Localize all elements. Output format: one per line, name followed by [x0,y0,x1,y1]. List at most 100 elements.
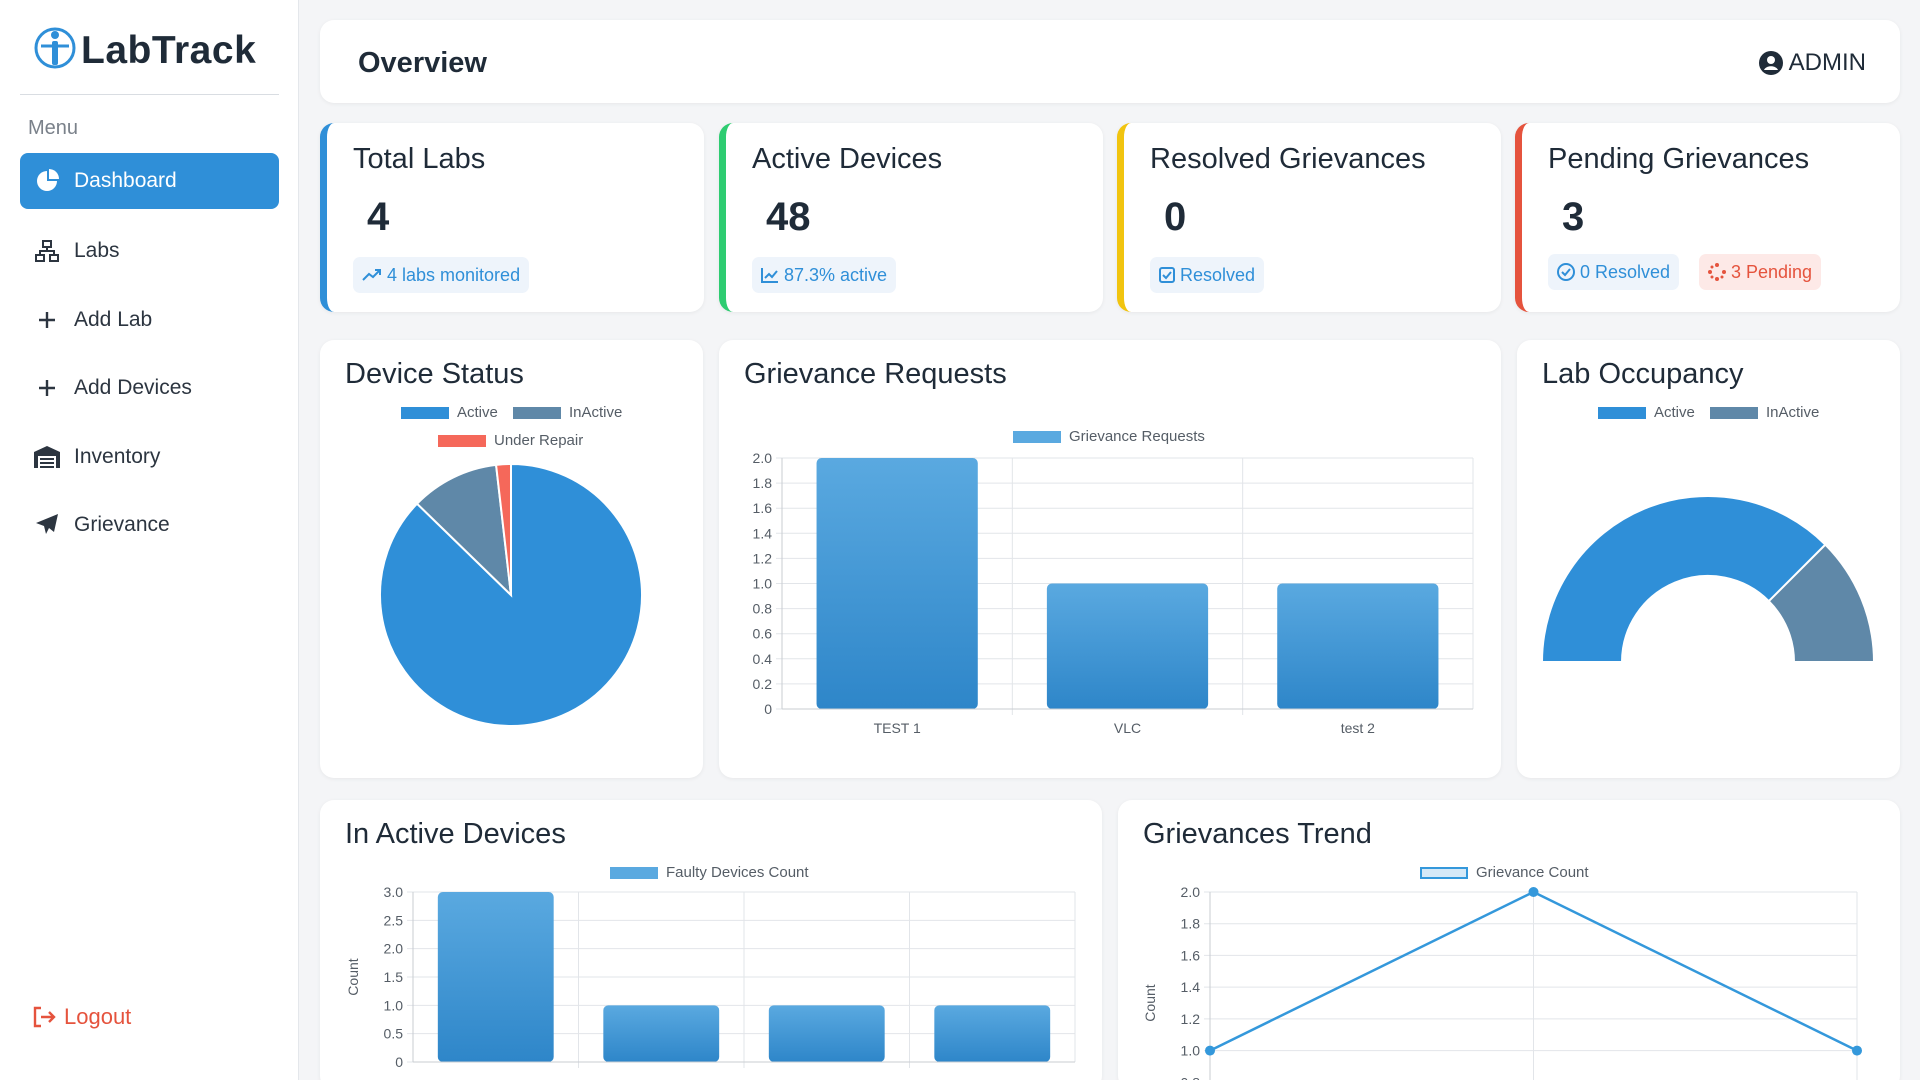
legend-label: InActive [1766,404,1820,421]
brand-logo[interactable]: LabTrack [33,26,256,75]
check-circle-icon [1557,263,1575,281]
y-axis-label: Count [345,958,361,995]
sidebar-item-add-lab[interactable]: Add Lab [20,292,279,348]
device-status-pie [379,462,643,727]
legend-swatch [1598,406,1646,419]
y-tick-label: 2.0 [384,941,404,957]
y-tick-label: 1.6 [753,500,773,516]
bar [934,1005,1051,1062]
stat-badge: 4 labs monitored [353,257,530,293]
stat-badge-resolved: 0 Resolved [1548,254,1680,290]
plus-icon [34,375,60,401]
legend-swatch [401,406,449,419]
stat-badge-label: Resolved [1180,264,1256,285]
y-axis-label: Count [1142,984,1158,1021]
sidebar-item-label: Dashboard [74,169,177,192]
doughnut-slice [1540,495,1827,663]
y-tick-label: 2.5 [384,912,404,928]
legend-item[interactable]: InActive [513,404,622,421]
sidebar-item-add-devices[interactable]: Add Devices [20,360,279,416]
legend-label: Active [1654,404,1695,421]
legend-swatch [513,406,561,419]
legend-item[interactable]: InActive [1710,404,1819,421]
logo-icon [33,26,77,75]
y-tick-label: 1.4 [753,525,773,541]
inactive-devices-panel: In Active Devices Faulty Devices Count 0… [320,800,1102,1080]
trend-up-icon [362,268,382,282]
sidebar-item-label: Inventory [74,445,161,468]
data-point [1528,887,1539,897]
page-title: Overview [358,47,487,79]
y-tick-label: 0.8 [753,601,773,617]
legend-item[interactable]: Active [401,404,498,421]
top-header: Overview ADMIN [320,20,1900,103]
check-square-icon [1159,267,1175,283]
x-tick-label: VLC [1114,720,1141,736]
inactive-devices-chart: 0 0.5 1.0 1.5 2.0 2.5 3.0 Count [345,884,1076,1070]
legend-label: InActive [569,404,623,421]
lab-occupancy-panel: Lab Occupancy Active InActive [1517,340,1900,778]
stat-value: 48 [766,195,811,239]
network-icon [34,238,60,264]
x-tick-label: test 2 [1341,720,1375,736]
data-point [1852,1045,1862,1056]
stat-badge-label: 87.3% active [784,264,888,285]
y-tick-label: 2.0 [1181,884,1201,900]
device-status-panel: Device Status Active InActive Under Repa… [320,340,703,778]
data-point [1205,1045,1215,1056]
grievances-trend-chart: 0.60.81.01.21.41.61.82.0Count [1142,884,1862,1080]
y-tick-label: 0.6 [753,626,773,642]
grievances-trend-panel: Grievances Trend Grievance Count 0.60.81… [1118,800,1900,1080]
stat-badge: 87.3% active [752,257,897,293]
legend-item[interactable]: Active [1598,404,1695,421]
y-tick-label: 0 [764,701,772,717]
sidebar-item-label: Add Devices [74,376,192,399]
y-tick-label: 2.0 [753,450,773,466]
grievance-requests-panel: Grievance Requests Grievance Requests 00… [719,340,1501,778]
brand-name: LabTrack [81,28,257,72]
y-tick-label: 0.5 [384,1026,404,1042]
pie-chart-icon [34,168,60,194]
y-tick-label: 3.0 [384,884,404,900]
y-tick-label: 1.8 [1181,916,1201,932]
menu-label: Menu [28,117,79,139]
plus-icon [34,307,60,333]
stat-title: Pending Grievances [1548,143,1810,175]
spinner-icon [1708,263,1726,281]
sidebar-item-grievance[interactable]: Grievance [20,497,279,553]
stat-title: Resolved Grievances [1150,143,1426,175]
y-tick-label: 0.8 [1181,1074,1201,1080]
y-tick-label: 1.6 [1181,947,1201,963]
stat-title: Active Devices [752,143,943,175]
legend-label: Active [457,404,498,421]
y-tick-label: 1.0 [384,997,404,1013]
bar [1277,583,1439,709]
stat-card-active-devices: Active Devices 48 87.3% active [719,123,1103,312]
logout-label: Logout [64,1004,132,1029]
sidebar-item-inventory[interactable]: Inventory [20,429,279,485]
user-name: ADMIN [1788,49,1866,76]
y-tick-label: 1.2 [753,550,773,566]
panel-title: Lab Occupancy [1542,358,1744,390]
bar [1046,583,1209,709]
sidebar-item-label: Labs [74,239,120,262]
y-tick-label: 1.2 [1181,1011,1201,1027]
stat-value: 3 [1562,195,1585,239]
bar [768,1005,885,1062]
sidebar: LabTrack Menu Dashboard Labs Add Lab Add… [0,0,299,1080]
sidebar-item-labs[interactable]: Labs [20,223,279,279]
stat-badge-label: 3 Pending [1731,261,1813,282]
logout-icon [32,1006,56,1028]
user-menu[interactable]: ADMIN [1758,49,1866,77]
divider [20,94,279,95]
sidebar-item-label: Grievance [74,513,170,536]
logout-button[interactable]: Logout [32,1004,131,1030]
stat-card-pending-grievances: Pending Grievances 3 0 Resolved 3 Pendin… [1515,123,1900,312]
stat-badge-label: 4 labs monitored [387,264,521,285]
paper-plane-icon [34,512,60,538]
y-tick-label: 0 [395,1054,403,1070]
grievance-requests-chart: 0 0.2 0.4 0.6 0.8 1.0 1.2 1.4 1.6 1.8 2.0 TEST 1 VLC… [753,450,1474,736]
sidebar-item-dashboard[interactable]: Dashboard [20,153,279,209]
stat-badge-pending: 3 Pending [1699,254,1822,290]
bar [816,458,978,709]
